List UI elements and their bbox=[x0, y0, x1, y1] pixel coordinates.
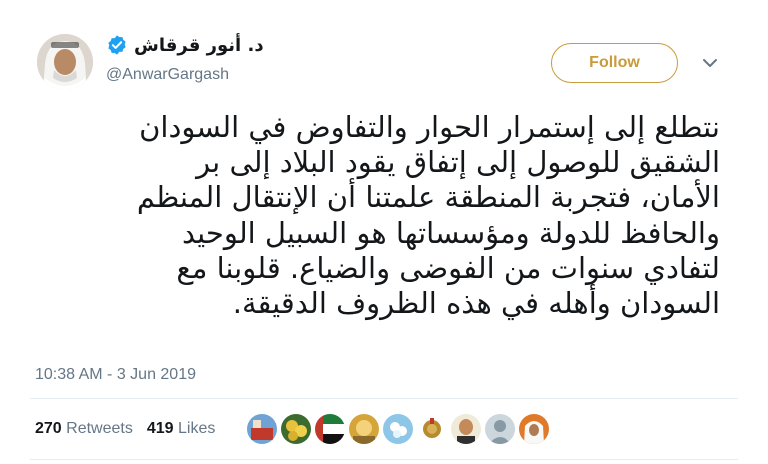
liker-avatars bbox=[247, 414, 549, 444]
tweet-text-line: السودان وأهله في هذه الظروف الدقيقة. bbox=[232, 286, 720, 321]
tweet-timestamp[interactable]: 10:38 AM - 3 Jun 2019 bbox=[35, 366, 196, 384]
liker-avatar[interactable] bbox=[315, 414, 345, 444]
tweet-text: نتطلع إلى إستمرار الحوار والتفاوض في الس… bbox=[30, 110, 720, 321]
tweet-text-line: والحافظ للدولة ومؤسساتها هو السبيل الوحي… bbox=[181, 215, 720, 250]
tweet-stats: 270 Retweets 419 Likes bbox=[35, 420, 215, 438]
liker-avatar[interactable] bbox=[417, 414, 447, 444]
retweets-stat[interactable]: 270 Retweets bbox=[35, 420, 133, 438]
divider bbox=[30, 459, 738, 460]
follow-button[interactable]: Follow bbox=[551, 43, 678, 83]
author-avatar[interactable] bbox=[37, 34, 93, 90]
divider bbox=[30, 398, 738, 399]
liker-avatar-default[interactable] bbox=[485, 414, 515, 444]
author-name-row[interactable]: د. أنور قرقاش bbox=[106, 34, 264, 56]
tweet-text-line: نتطلع إلى إستمرار الحوار والتفاوض في الس… bbox=[139, 110, 720, 144]
author-display-name[interactable]: د. أنور قرقاش bbox=[134, 35, 264, 56]
liker-avatar[interactable] bbox=[519, 414, 549, 444]
likes-stat[interactable]: 419 Likes bbox=[147, 420, 216, 438]
likes-count: 419 bbox=[146, 420, 174, 437]
tweet-text-line: لتفادي سنوات من الفوضى والضياع. قلوبنا م… bbox=[176, 250, 720, 285]
likes-label: Likes bbox=[178, 420, 216, 437]
author-handle[interactable]: @AnwarGargash bbox=[106, 66, 229, 84]
tweet-text-line: الشقيق للوصول إلى إتفاق يقود البلاد إلى … bbox=[196, 145, 720, 180]
liker-avatar[interactable] bbox=[383, 414, 413, 444]
liker-avatar[interactable] bbox=[247, 414, 277, 444]
chevron-down-icon[interactable] bbox=[700, 56, 720, 70]
liker-avatar[interactable] bbox=[451, 414, 481, 444]
verified-badge-icon bbox=[108, 35, 126, 55]
liker-avatar[interactable] bbox=[349, 414, 379, 444]
retweets-label: Retweets bbox=[66, 420, 133, 437]
liker-avatar[interactable] bbox=[281, 414, 311, 444]
tweet-text-line: الأمان، فتجربة المنطقة علمتنا أن الإنتقا… bbox=[136, 180, 720, 215]
tweet-card: د. أنور قرقاش @AnwarGargash Follow نتطلع… bbox=[0, 0, 768, 464]
retweets-count: 270 bbox=[35, 420, 62, 437]
